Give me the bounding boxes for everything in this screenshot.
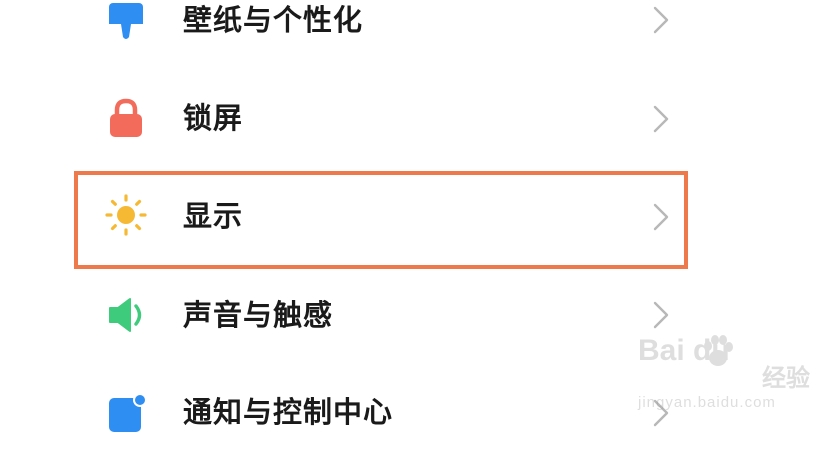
notification-icon — [104, 392, 148, 436]
lock-icon — [104, 96, 148, 140]
settings-item-label: 显示 — [183, 199, 244, 233]
watermark: Bai du 经验 jingyan.baidu.com — [638, 332, 814, 416]
chevron-right-icon — [652, 104, 670, 134]
settings-item-wallpaper[interactable]: 壁纸与个性化 — [0, 0, 824, 69]
speaker-icon — [104, 293, 148, 337]
chevron-right-icon — [652, 202, 670, 232]
settings-item-display[interactable]: 显示 — [0, 168, 824, 266]
sun-icon — [104, 193, 148, 237]
paintbrush-icon — [104, 0, 148, 43]
paw-icon — [698, 332, 738, 372]
chevron-right-icon — [652, 5, 670, 35]
settings-item-lock-screen[interactable]: 锁屏 — [0, 70, 824, 168]
chevron-right-icon — [652, 300, 670, 330]
watermark-cn: 经验 — [762, 364, 810, 392]
settings-item-label: 通知与控制中心 — [183, 395, 394, 429]
settings-item-label: 壁纸与个性化 — [183, 3, 364, 37]
settings-item-label: 声音与触感 — [183, 298, 334, 332]
settings-item-label: 锁屏 — [183, 101, 244, 135]
watermark-site: jingyan.baidu.com — [638, 394, 776, 411]
